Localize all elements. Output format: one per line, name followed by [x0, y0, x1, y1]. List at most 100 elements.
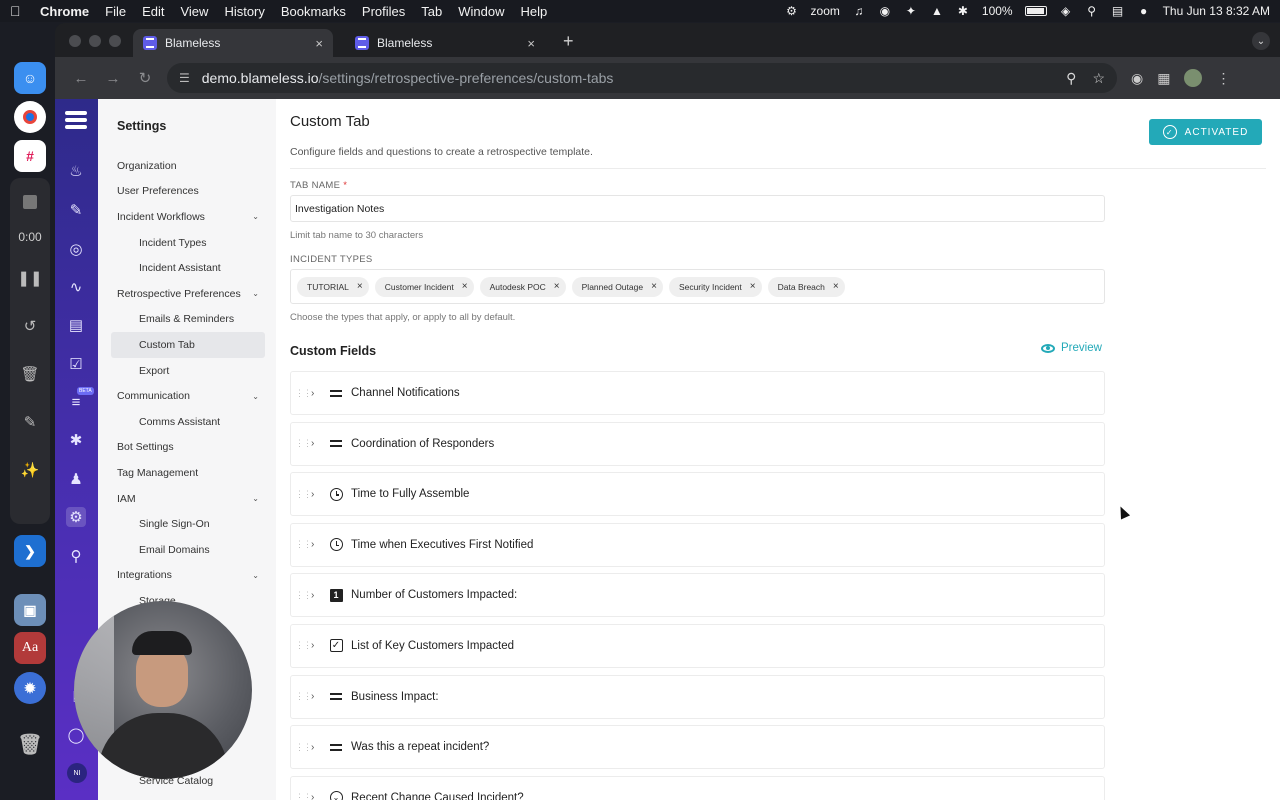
drag-handle-icon[interactable]: ⋮⋮ [295, 640, 312, 651]
chevron-down-icon[interactable]: ⌄ [1252, 32, 1270, 50]
chevron-right-icon[interactable]: › [311, 640, 323, 651]
preview-link[interactable]: Preview [1041, 342, 1102, 354]
menu-chrome[interactable]: Chrome [40, 4, 89, 19]
sidebar-item-export[interactable]: Export [111, 358, 265, 384]
zoom-menu-label[interactable]: zoom [811, 4, 840, 18]
sidebar-item-user-preferences[interactable]: User Preferences [111, 179, 265, 205]
trash-icon[interactable]: 🗑 [16, 360, 44, 388]
forward-arrow-icon[interactable]: → [97, 70, 129, 87]
chevron-right-icon[interactable]: › [311, 742, 323, 753]
chevron-down-icon[interactable]: ⌄ [252, 289, 259, 298]
audio-icon[interactable]: ♫ [852, 4, 866, 18]
app-a-icon[interactable]: ▲ [930, 4, 944, 18]
trash-icon[interactable]: 🗑 [14, 728, 46, 760]
more-options-icon[interactable]: ⋮ [1216, 70, 1230, 87]
incident-types-select[interactable]: TUTORIAL × Customer Incident × Autodesk PO… [290, 269, 1105, 304]
sidebar-item-incident-assistant[interactable]: Incident Assistant [111, 255, 265, 281]
app-k-icon[interactable]: ✦ [904, 4, 918, 18]
close-tab-icon[interactable]: × [527, 36, 535, 51]
menu-profiles[interactable]: Profiles [362, 4, 405, 19]
sidebar-item-email-domains[interactable]: Email Domains [111, 537, 265, 563]
app-sunburst-icon[interactable]: ✹ [14, 672, 46, 704]
custom-field-row[interactable]: ⋮⋮ › Coordination of Responders [290, 421, 1105, 466]
workflow-icon[interactable]: ≡ [66, 392, 86, 412]
slack-icon[interactable]: # [14, 140, 46, 172]
profile-avatar[interactable] [1184, 69, 1203, 87]
siri-icon[interactable]: ● [1137, 4, 1151, 18]
chevron-right-icon[interactable]: › [311, 539, 323, 550]
menu-help[interactable]: Help [521, 4, 548, 19]
sidebar-item-tag-management[interactable]: Tag Management [111, 460, 265, 486]
new-tab-button[interactable]: + [563, 31, 574, 52]
webcam-overlay[interactable] [74, 601, 252, 779]
browser-tab-active[interactable]: Blameless × [133, 29, 333, 57]
remove-chip-icon[interactable]: × [462, 281, 468, 292]
search-icon[interactable]: ⚲ [66, 546, 86, 566]
sidebar-item-communication[interactable]: Communication ⌄ [111, 383, 265, 409]
blameless-logo-icon[interactable] [65, 111, 87, 133]
menu-window[interactable]: Window [458, 4, 504, 19]
drag-handle-icon[interactable]: ⋮⋮ [295, 539, 312, 550]
restart-icon[interactable]: ↺ [16, 312, 44, 340]
site-settings-icon[interactable]: ☰ [179, 71, 190, 85]
zoom-window-button[interactable] [109, 35, 121, 47]
custom-field-row[interactable]: ⋮⋮ › Time to Fully Assemble [290, 472, 1105, 517]
finder-icon[interactable]: ☺ [14, 62, 46, 94]
remove-chip-icon[interactable]: × [833, 281, 839, 292]
remove-chip-icon[interactable]: × [750, 281, 756, 292]
sidebar-item-organization[interactable]: Organization [111, 153, 265, 179]
custom-field-row[interactable]: ⋮⋮ › ⌄ Recent Change Caused Incident? [290, 775, 1105, 800]
custom-field-row[interactable]: ⋮⋮ › Channel Notifications [290, 371, 1105, 415]
gear-icon[interactable]: ⚙ [66, 507, 86, 527]
chevron-right-icon[interactable]: › [311, 489, 323, 500]
sidebar-item-incident-workflows[interactable]: Incident Workflows ⌄ [111, 204, 265, 230]
flame-icon[interactable]: ♨ [66, 161, 86, 181]
chevron-right-icon[interactable]: › [311, 438, 323, 449]
archive-icon[interactable]: ▤ [66, 315, 86, 335]
browser-tab[interactable]: Blameless × [345, 29, 545, 57]
menu-bookmarks[interactable]: Bookmarks [281, 4, 346, 19]
bluetooth-icon[interactable]: ✱ [956, 4, 970, 18]
custom-field-row[interactable]: ⋮⋮ › Time when Executives First Notified [290, 522, 1105, 567]
chevron-right-icon[interactable]: › [311, 590, 323, 601]
vscode-icon[interactable]: ❯ [14, 535, 46, 567]
chevron-down-icon[interactable]: ⌄ [252, 571, 259, 580]
effects-icon[interactable]: ✨ [16, 456, 44, 484]
app-status-icon[interactable]: ◉ [878, 4, 892, 18]
menu-view[interactable]: View [180, 4, 208, 19]
target-icon[interactable]: ◎ [66, 239, 86, 259]
activated-button[interactable]: ✓ ACTIVATED [1149, 119, 1262, 145]
chevron-right-icon[interactable]: › [311, 691, 323, 702]
chevron-down-icon[interactable]: ⌄ [252, 392, 259, 401]
edit-notes-icon[interactable]: ✎ [66, 200, 86, 220]
wifi-icon[interactable]: ◈ [1059, 4, 1073, 18]
back-arrow-icon[interactable]: ← [65, 70, 97, 87]
sidebar-item-emails-reminders[interactable]: Emails & Reminders [111, 307, 265, 333]
custom-field-row[interactable]: ⋮⋮ › ✓ List of Key Customers Impacted [290, 623, 1105, 668]
minimize-window-button[interactable] [89, 35, 101, 47]
remove-chip-icon[interactable]: × [357, 281, 363, 292]
custom-field-row[interactable]: ⋮⋮ › 1 Number of Customers Impacted: [290, 573, 1105, 618]
sidebar-item-integrations[interactable]: Integrations ⌄ [111, 563, 265, 589]
custom-field-row[interactable]: ⋮⋮ › Was this a repeat incident? [290, 725, 1105, 770]
sidebar-item-comms-assistant[interactable]: Comms Assistant [111, 409, 265, 435]
close-window-button[interactable] [69, 35, 81, 47]
chevron-down-icon[interactable]: ⌄ [252, 494, 259, 503]
drag-handle-icon[interactable]: ⋮⋮ [295, 691, 312, 702]
control-center-icon[interactable]: ▤ [1111, 4, 1125, 18]
drag-handle-icon[interactable]: ⋮⋮ [295, 388, 312, 399]
pause-icon[interactable]: ❚❚ [16, 264, 44, 292]
preview-app-icon[interactable]: ▣ [14, 594, 46, 626]
broadcast-icon[interactable]: ✱ [66, 430, 86, 450]
team-icon[interactable]: ♟ [66, 469, 86, 489]
drag-handle-icon[interactable]: ⋮⋮ [295, 590, 312, 601]
puzzle-icon[interactable]: ▦ [1157, 70, 1170, 87]
sidebar-item-bot-settings[interactable]: Bot Settings [111, 435, 265, 461]
drag-handle-icon[interactable]: ⋮⋮ [295, 742, 312, 753]
tab-name-input[interactable]: Investigation Notes [290, 195, 1105, 222]
drag-handle-icon[interactable]: ⋮⋮ [295, 792, 312, 800]
sidebar-item-custom-tab[interactable]: Custom Tab [111, 332, 265, 358]
drag-handle-icon[interactable]: ⋮⋮ [295, 489, 312, 500]
chevron-right-icon[interactable]: › [311, 388, 323, 399]
sidebar-item-incident-types[interactable]: Incident Types [111, 230, 265, 256]
